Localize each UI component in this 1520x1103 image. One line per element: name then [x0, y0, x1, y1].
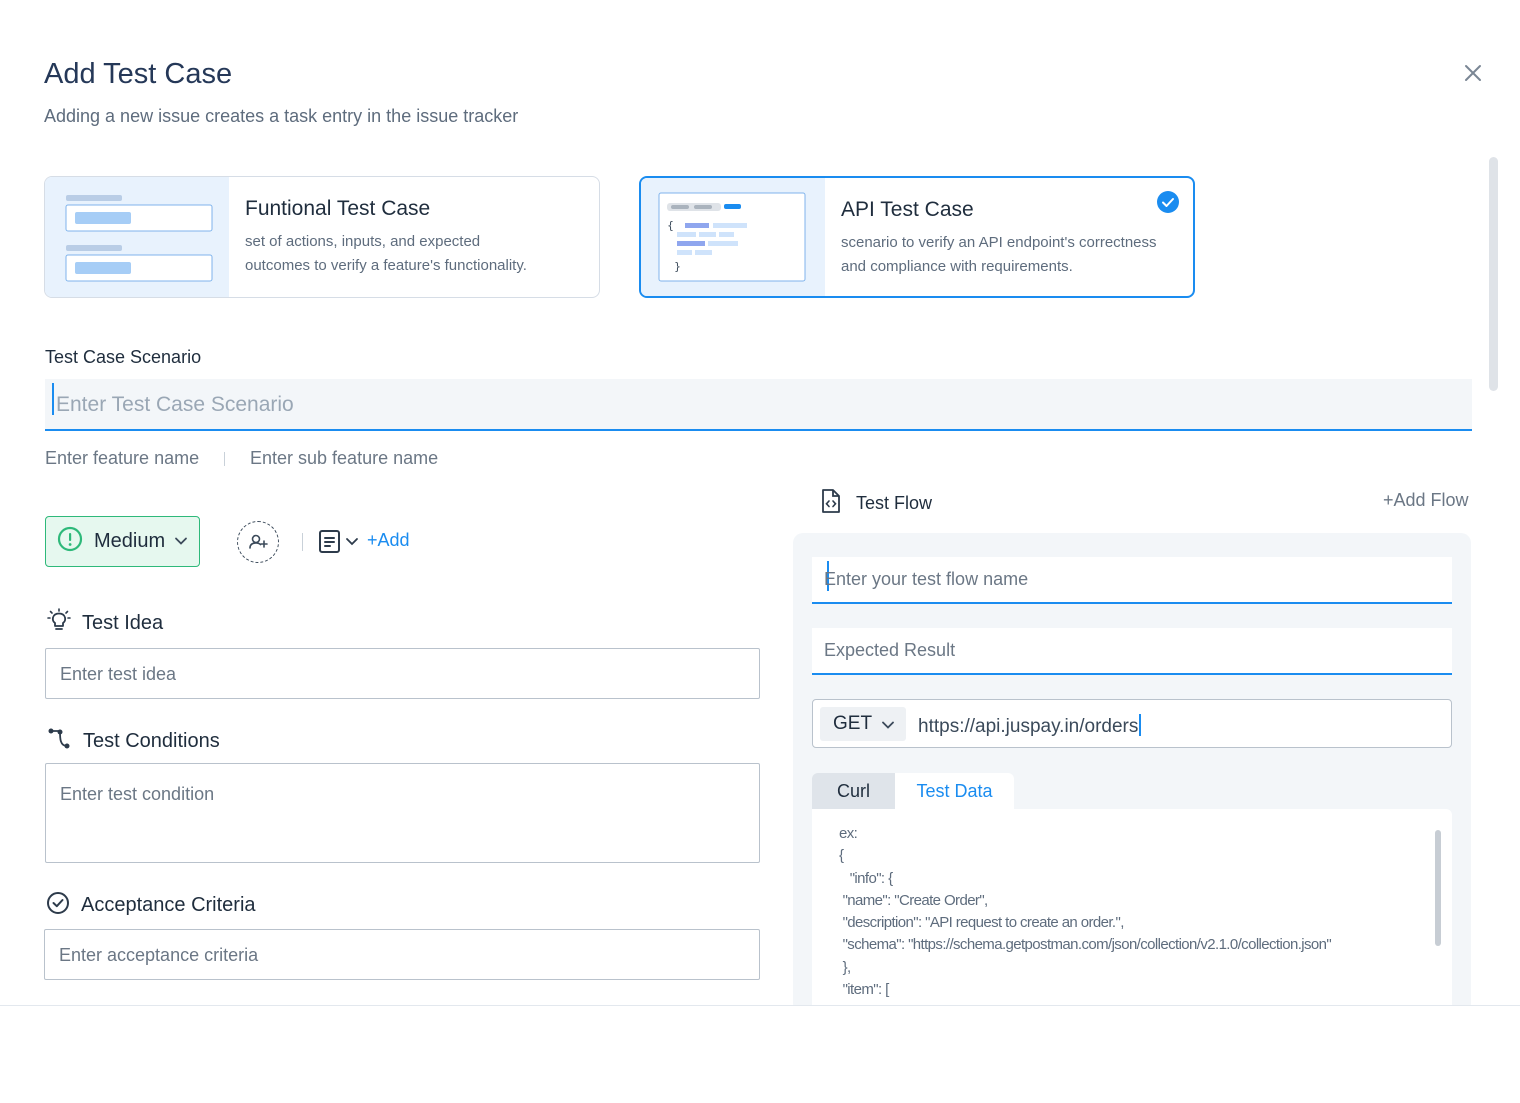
sub-feature-name-input[interactable]: Enter sub feature name	[250, 448, 438, 469]
functional-card-title: Funtional Test Case	[245, 197, 431, 220]
test-conditions-heading: Test Conditions	[47, 726, 220, 757]
svg-text:}: }	[674, 260, 681, 273]
modal-subtitle: Adding a new issue creates a task entry …	[44, 106, 519, 126]
api-card-title: API Test Case	[841, 198, 974, 221]
document-type-dropdown[interactable]	[318, 529, 364, 555]
check-circle-icon	[1157, 191, 1179, 213]
file-code-icon	[820, 488, 842, 519]
branch-icon	[47, 726, 73, 757]
add-link-button[interactable]: +Add	[367, 530, 410, 551]
test-idea-placeholder: Enter test idea	[60, 664, 177, 684]
toolbar-separator	[302, 533, 303, 551]
lightbulb-icon	[46, 608, 72, 639]
test-conditions-input[interactable]: Enter test condition	[45, 763, 760, 863]
feature-separator	[224, 452, 225, 466]
add-test-case-modal: Add Test Case Adding a new issue creates…	[0, 0, 1520, 1006]
scenario-input[interactable]: Enter Test Case Scenario	[45, 379, 1472, 431]
acceptance-heading: Acceptance Criteria	[45, 890, 256, 921]
modal-bottom-border	[0, 1005, 1520, 1006]
chevron-down-icon	[881, 718, 895, 737]
document-icon	[319, 530, 340, 553]
acceptance-placeholder: Enter acceptance criteria	[59, 945, 259, 965]
assign-user-icon[interactable]	[237, 521, 279, 563]
test-conditions-placeholder: Enter test condition	[60, 784, 215, 804]
alert-circle-icon	[57, 526, 83, 557]
functional-test-case-card[interactable]: Funtional Test Case set of actions, inpu…	[44, 176, 600, 298]
expected-result-input[interactable]: Expected Result	[812, 628, 1452, 675]
close-icon[interactable]	[1458, 58, 1488, 88]
test-flow-heading: Test Flow	[820, 488, 932, 519]
api-card-description: scenario to verify an API endpoint's cor…	[841, 234, 1157, 275]
check-outline-icon	[45, 890, 71, 921]
priority-dropdown[interactable]: Medium	[45, 516, 200, 567]
test-data-code: ex: { "info": { "name": "Create Order", …	[839, 825, 1332, 999]
acceptance-criteria-input[interactable]: Enter acceptance criteria	[44, 929, 760, 980]
flow-name-placeholder: Enter your test flow name	[824, 569, 1029, 589]
text-caret	[1139, 714, 1142, 736]
api-test-case-card[interactable]: { } API Test Case scenario to verify an …	[639, 176, 1195, 298]
http-method-label: GET	[833, 713, 873, 734]
test-data-editor[interactable]: ex: { "info": { "name": "Create Order", …	[812, 809, 1452, 1006]
chevron-down-icon	[174, 534, 188, 553]
feature-name-input[interactable]: Enter feature name	[45, 448, 199, 469]
text-caret	[52, 383, 54, 415]
functional-thumbnail	[45, 177, 229, 297]
api-thumbnail: { }	[641, 178, 825, 296]
scenario-label: Test Case Scenario	[45, 347, 202, 367]
request-url-bar: GET https://api.juspay.in/orders	[812, 699, 1452, 748]
modal-title: Add Test Case	[44, 58, 233, 90]
editor-scrollbar[interactable]	[1435, 830, 1441, 946]
functional-card-description: set of actions, inputs, and expected out…	[245, 233, 527, 274]
test-idea-heading: Test Idea	[46, 608, 163, 639]
add-flow-button[interactable]: +Add Flow	[1383, 490, 1469, 511]
http-method-dropdown[interactable]: GET	[820, 707, 906, 741]
flow-name-input[interactable]: Enter your test flow name	[812, 557, 1452, 604]
priority-label: Medium	[94, 530, 166, 552]
expected-result-placeholder: Expected Result	[824, 640, 956, 660]
scenario-placeholder: Enter Test Case Scenario	[56, 393, 294, 416]
url-input[interactable]: https://api.juspay.in/orders	[918, 714, 1142, 738]
tab-curl[interactable]: Curl	[812, 773, 895, 810]
svg-text:{: {	[667, 219, 674, 232]
test-idea-input[interactable]: Enter test idea	[45, 648, 760, 699]
tab-test-data[interactable]: Test Data	[895, 773, 1014, 810]
modal-scrollbar[interactable]	[1489, 157, 1498, 391]
